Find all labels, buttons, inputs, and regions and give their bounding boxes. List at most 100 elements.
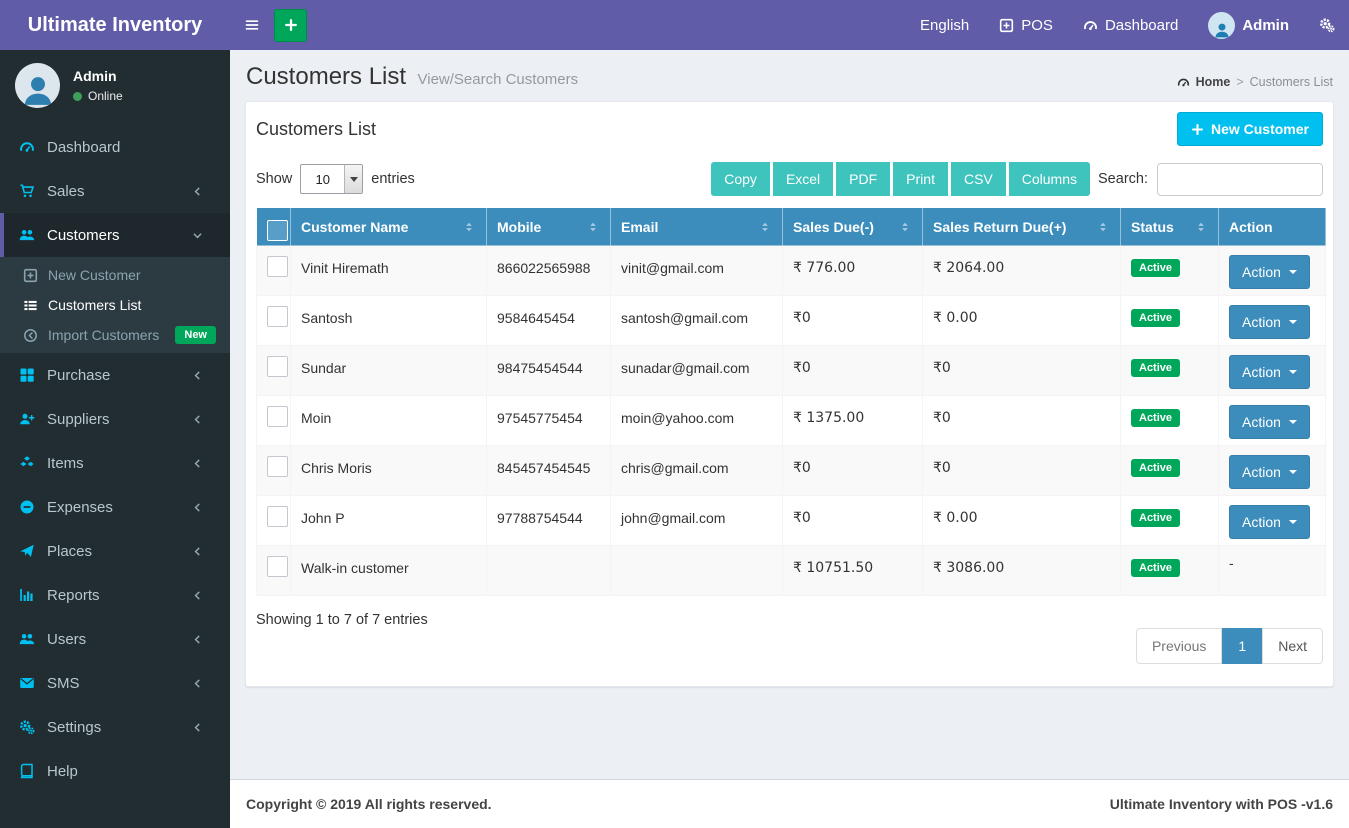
dashboard-link[interactable]: Dashboard bbox=[1083, 0, 1178, 50]
sidebar-item-new-customer[interactable]: New Customer bbox=[0, 260, 230, 290]
column-header-action: Action bbox=[1218, 207, 1326, 246]
brand-logo[interactable]: Ultimate Inventory bbox=[0, 0, 230, 50]
chevron-left-icon bbox=[192, 502, 203, 513]
content-area: Customers List View/Search Customers Hom… bbox=[230, 50, 1349, 779]
panel-header: Customers List New Customer bbox=[246, 102, 1333, 155]
table-row: Chris Moris 845457454545 chris@gmail.com… bbox=[256, 445, 1326, 496]
action-button[interactable]: Action bbox=[1229, 405, 1310, 439]
app-window: Ultimate Inventory English POS Dashboard bbox=[0, 0, 1349, 828]
row-checkbox[interactable] bbox=[267, 356, 288, 377]
row-checkbox[interactable] bbox=[267, 456, 288, 477]
action-button[interactable]: Action bbox=[1229, 305, 1310, 339]
new-customer-button[interactable]: New Customer bbox=[1176, 112, 1323, 146]
row-checkbox[interactable] bbox=[267, 556, 288, 577]
previous-page-button[interactable]: Previous bbox=[1135, 628, 1223, 664]
sidebar-item-label: Dashboard bbox=[47, 138, 121, 156]
next-page-button[interactable]: Next bbox=[1262, 628, 1323, 664]
users-icon bbox=[19, 631, 35, 647]
online-status-label: Online bbox=[88, 89, 123, 103]
column-header-sales-due[interactable]: Sales Due(-) bbox=[782, 207, 923, 246]
row-checkbox[interactable] bbox=[267, 306, 288, 327]
entries-select-value: 10 bbox=[315, 171, 331, 187]
print-button[interactable]: Print bbox=[893, 162, 948, 196]
sidebar-item-customers[interactable]: Customers bbox=[0, 213, 230, 257]
cell-mobile bbox=[486, 545, 611, 596]
action-button-label: Action bbox=[1242, 364, 1281, 380]
sidebar-item-settings[interactable]: Settings bbox=[0, 705, 230, 749]
cell-action: Action bbox=[1218, 295, 1326, 346]
sidebar-item-purchase[interactable]: Purchase bbox=[0, 353, 230, 397]
column-header-sales-return-due[interactable]: Sales Return Due(+) bbox=[922, 207, 1121, 246]
sidebar-item-customers-list[interactable]: Customers List bbox=[0, 290, 230, 320]
navbar-right: English POS Dashboard Admin bbox=[920, 0, 1335, 50]
action-button[interactable]: Action bbox=[1229, 505, 1310, 539]
caret-down-icon bbox=[1288, 470, 1297, 474]
row-checkbox[interactable] bbox=[267, 506, 288, 527]
action-button-label: Action bbox=[1242, 314, 1281, 330]
new-customer-button-label: New Customer bbox=[1210, 121, 1309, 137]
action-button[interactable]: Action bbox=[1229, 355, 1310, 389]
cell-action: Action bbox=[1218, 345, 1326, 396]
page-1-button[interactable]: 1 bbox=[1222, 628, 1263, 664]
gauge-icon bbox=[19, 139, 35, 155]
sidebar-item-import-customers[interactable]: Import Customers New bbox=[0, 320, 230, 350]
cell-select bbox=[256, 495, 291, 546]
sidebar-item-suppliers[interactable]: Suppliers bbox=[0, 397, 230, 441]
plus-square-icon bbox=[999, 18, 1014, 33]
customers-table: Customer Name Mobile Email Sales Due(-) … bbox=[256, 207, 1326, 596]
sidebar-item-help[interactable]: Help bbox=[0, 749, 230, 793]
chevron-left-icon bbox=[192, 678, 203, 689]
row-checkbox[interactable] bbox=[267, 406, 288, 427]
user-menu[interactable]: Admin bbox=[1208, 0, 1289, 50]
row-checkbox[interactable] bbox=[267, 256, 288, 277]
settings-menu[interactable] bbox=[1319, 0, 1335, 50]
pdf-button[interactable]: PDF bbox=[836, 162, 891, 196]
columns-button[interactable]: Columns bbox=[1008, 162, 1091, 196]
caret-down-icon bbox=[1288, 520, 1297, 524]
dashboard-label: Dashboard bbox=[1104, 16, 1179, 34]
select-all-checkbox[interactable] bbox=[267, 219, 288, 241]
column-header-mobile[interactable]: Mobile bbox=[486, 207, 611, 246]
column-header-status[interactable]: Status bbox=[1120, 207, 1219, 246]
sidebar-item-label: Expenses bbox=[47, 498, 113, 516]
language-menu[interactable]: English bbox=[920, 0, 969, 50]
sidebar-toggle-button[interactable] bbox=[230, 0, 274, 50]
sidebar-item-items[interactable]: Items bbox=[0, 441, 230, 485]
table-row: Sundar 98475454544 sunadar@gmail.com ₹0 … bbox=[256, 345, 1326, 396]
sidebar-item-reports[interactable]: Reports bbox=[0, 573, 230, 617]
column-header-email[interactable]: Email bbox=[610, 207, 783, 246]
sidebar-item-users[interactable]: Users bbox=[0, 617, 230, 661]
quick-add-button[interactable] bbox=[274, 8, 307, 42]
csv-button[interactable]: CSV bbox=[950, 162, 1006, 196]
caret-down-icon bbox=[1288, 370, 1297, 374]
sidebar-item-dashboard[interactable]: Dashboard bbox=[0, 125, 230, 169]
user-plus-icon bbox=[19, 411, 35, 427]
sidebar-item-label: Reports bbox=[47, 586, 100, 604]
entries-label: entries bbox=[371, 171, 415, 187]
sort-icon bbox=[758, 220, 772, 234]
sidebar-item-sales[interactable]: Sales bbox=[0, 169, 230, 213]
sidebar-item-places[interactable]: Places bbox=[0, 529, 230, 573]
entries-select[interactable]: 10 bbox=[300, 164, 364, 194]
pos-link[interactable]: POS bbox=[999, 0, 1053, 50]
action-button-label: Action bbox=[1242, 414, 1281, 430]
show-label: Show bbox=[256, 171, 293, 187]
copy-button[interactable]: Copy bbox=[711, 162, 770, 196]
column-label: Action bbox=[1229, 218, 1273, 235]
chevron-left-icon bbox=[192, 186, 203, 197]
excel-button[interactable]: Excel bbox=[772, 162, 834, 196]
navbar-main: English POS Dashboard Admin bbox=[230, 0, 1349, 50]
page-title: Customers List bbox=[246, 63, 407, 90]
sidebar-item-label: Purchase bbox=[47, 366, 111, 384]
sidebar-user-name: Admin bbox=[73, 68, 117, 84]
plus-icon bbox=[1191, 123, 1204, 136]
search-input[interactable] bbox=[1157, 162, 1323, 196]
breadcrumb-home[interactable]: Home bbox=[1196, 75, 1231, 89]
action-button[interactable]: Action bbox=[1229, 455, 1310, 489]
column-header-customer-name[interactable]: Customer Name bbox=[290, 207, 487, 246]
paper-plane-icon bbox=[19, 543, 35, 559]
action-button[interactable]: Action bbox=[1229, 255, 1310, 289]
sidebar: Admin Online Dashboard Sales Customers N… bbox=[0, 50, 230, 828]
sidebar-item-expenses[interactable]: Expenses bbox=[0, 485, 230, 529]
sidebar-item-sms[interactable]: SMS bbox=[0, 661, 230, 705]
